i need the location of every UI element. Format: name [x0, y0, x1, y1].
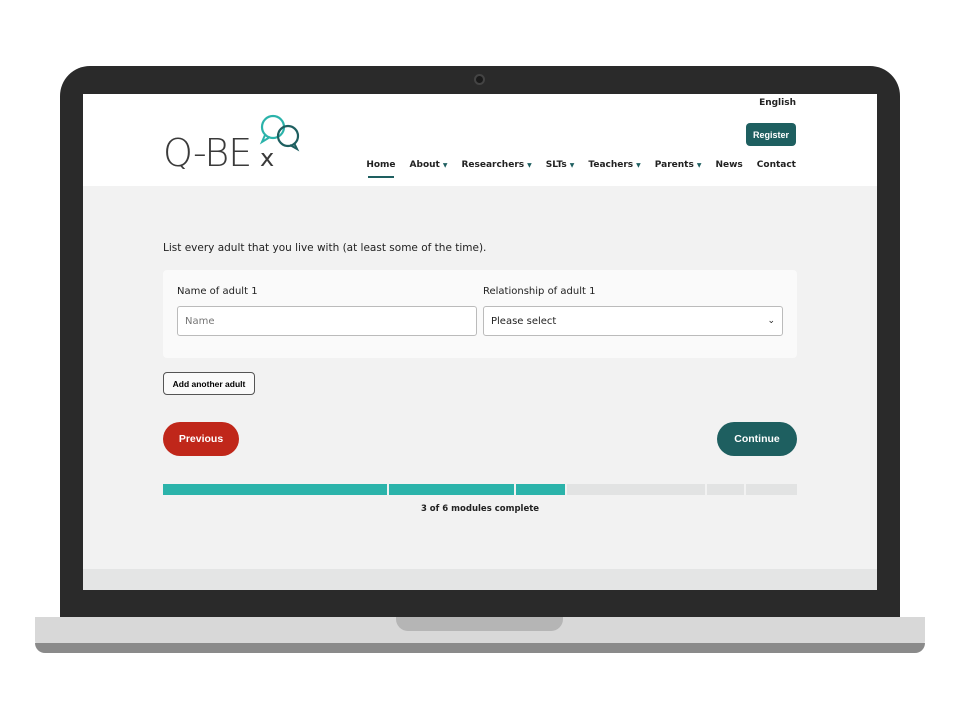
nav-label: About: [409, 160, 440, 170]
nav-label: Researchers: [461, 160, 525, 170]
nav-parents[interactable]: Parents ▼: [655, 160, 702, 170]
nav-contact[interactable]: Contact: [757, 160, 796, 170]
language-selector[interactable]: English: [759, 98, 796, 108]
progress-segment: [516, 484, 565, 495]
relationship-select[interactable]: Please select ⌄: [483, 306, 783, 336]
footer: [83, 569, 877, 590]
progress-segment: [389, 484, 514, 495]
adult-card: Name of adult 1 Relationship of adult 1 …: [163, 270, 797, 358]
nav-home[interactable]: Home: [366, 160, 396, 178]
nav-label: Contact: [756, 160, 796, 170]
nav-researchers[interactable]: Researchers ▼: [461, 160, 531, 170]
progress-segment: [567, 484, 705, 495]
nav-label: Teachers: [588, 160, 634, 170]
camera-icon: [474, 74, 485, 85]
register-button[interactable]: Register: [746, 123, 796, 146]
caret-down-icon: ▼: [442, 162, 448, 169]
caret-down-icon: ▼: [569, 162, 575, 169]
add-adult-button[interactable]: Add another adult: [163, 372, 255, 395]
name-label: Name of adult 1: [177, 286, 258, 297]
question-text: List every adult that you live with (at …: [163, 242, 487, 254]
progress-text: 3 of 6 modules complete: [420, 504, 540, 514]
nav-slts[interactable]: SLTs ▼: [546, 160, 575, 170]
previous-button[interactable]: Previous: [163, 422, 239, 456]
name-input[interactable]: [177, 306, 477, 336]
site-header: Q-BE x English Register Home About ▼ Rese…: [83, 94, 877, 186]
caret-down-icon: ▼: [696, 162, 702, 169]
nav-label: News: [715, 160, 743, 170]
chevron-down-icon: ⌄: [767, 316, 775, 326]
nav-about[interactable]: About ▼: [410, 160, 448, 170]
screen: Q-BE x English Register Home About ▼ Rese…: [83, 94, 877, 590]
continue-button[interactable]: Continue: [717, 422, 797, 456]
caret-down-icon: ▼: [636, 162, 641, 169]
progress-segment: [746, 484, 797, 495]
select-value: Please select: [491, 315, 557, 327]
progress-segment: [163, 484, 387, 495]
main-nav: Home About ▼ Researchers ▼ SLTs ▼ Teachers ▼…: [366, 160, 796, 178]
progress-segment: [707, 484, 744, 495]
caret-down-icon: ▼: [527, 162, 532, 169]
relationship-label: Relationship of adult 1: [483, 286, 596, 297]
nav-teachers[interactable]: Teachers ▼: [588, 160, 640, 170]
nav-news[interactable]: News: [715, 160, 742, 170]
svg-text:x: x: [260, 144, 274, 169]
logo[interactable]: Q-BE x: [163, 114, 303, 175]
laptop-base-edge: [35, 643, 925, 653]
svg-text:Q-BE: Q-BE: [163, 131, 251, 169]
nav-label: Parents: [654, 160, 694, 170]
nav-label: Home: [366, 160, 396, 170]
nav-label: SLTs: [545, 160, 567, 170]
speech-bubbles-logo-icon: Q-BE x: [163, 114, 300, 175]
laptop-notch: [396, 617, 563, 631]
